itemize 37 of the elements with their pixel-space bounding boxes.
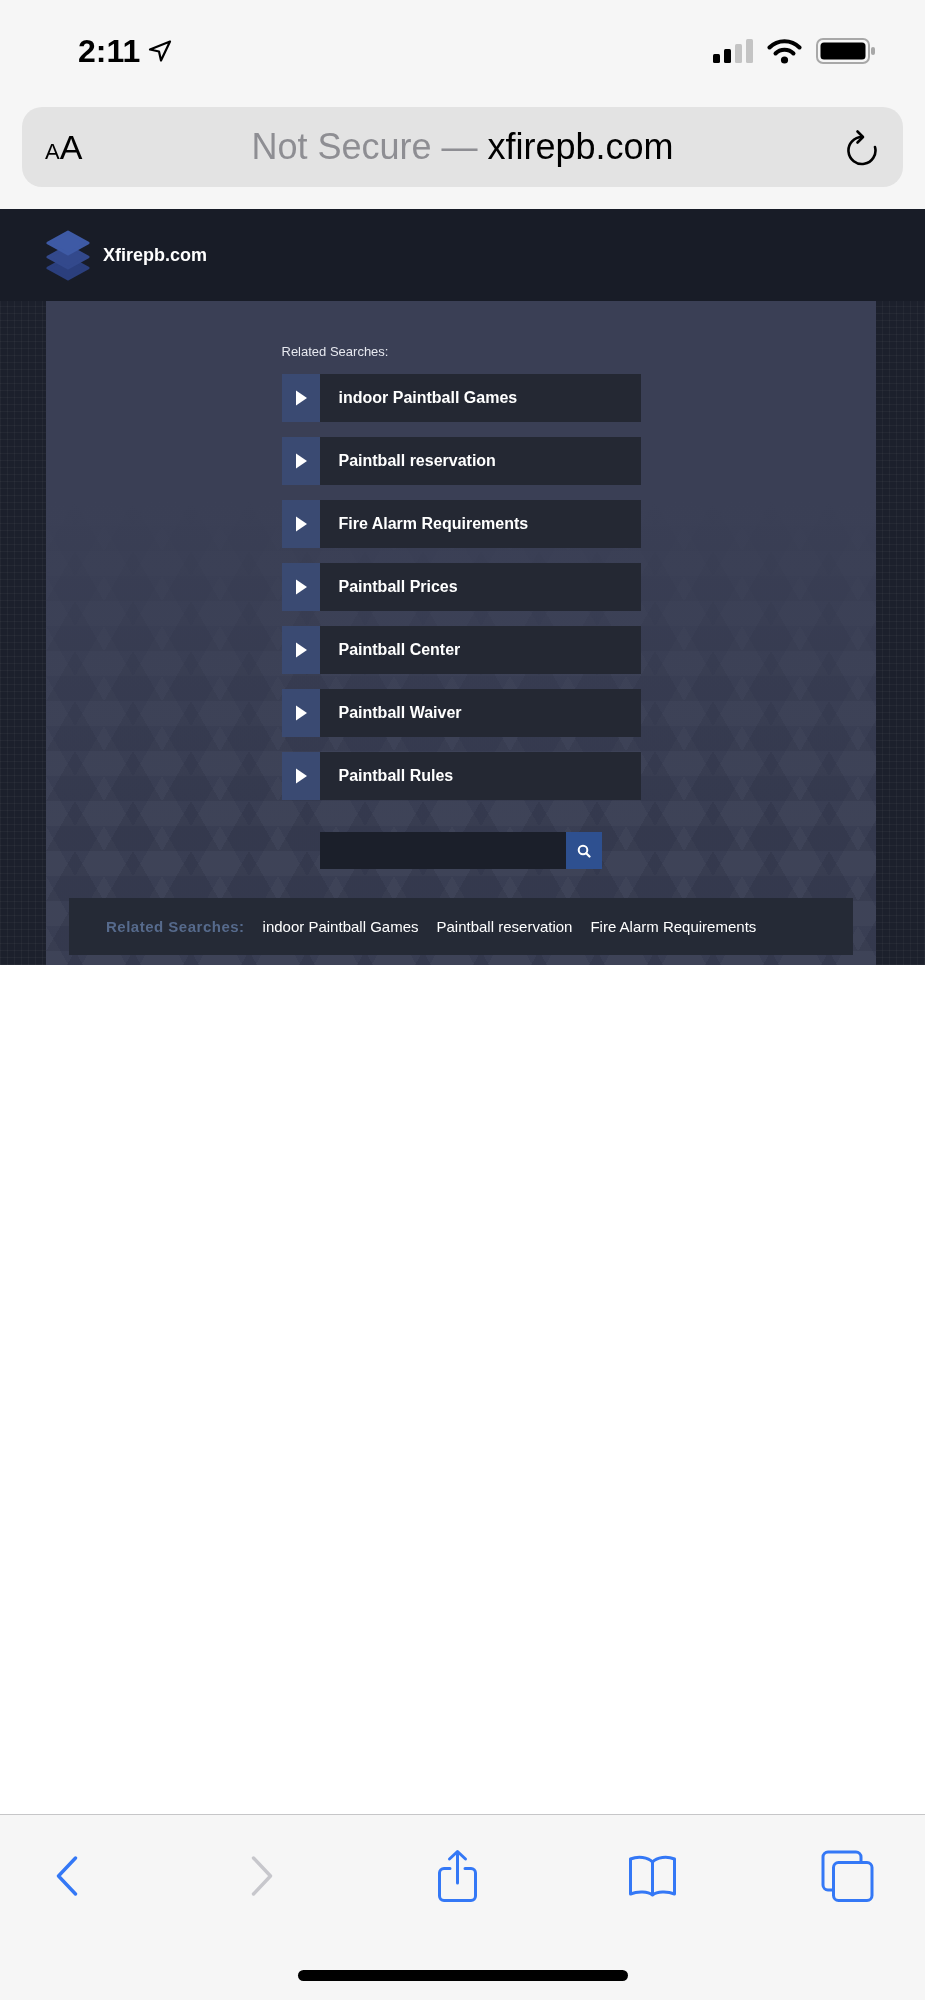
- search-icon: [577, 843, 591, 858]
- related-search-link[interactable]: Paintball Rules: [281, 752, 641, 800]
- play-icon: [281, 437, 320, 485]
- wifi-icon: [767, 37, 802, 64]
- site-title[interactable]: Xfirepb.com: [103, 244, 208, 266]
- play-icon: [281, 563, 320, 611]
- related-search-link[interactable]: Paintball Waiver: [281, 689, 641, 737]
- back-icon[interactable]: [56, 1855, 78, 1896]
- location-arrow-icon: [148, 39, 173, 62]
- related-search-link[interactable]: Paintball Prices: [281, 563, 641, 611]
- footer-link[interactable]: Fire Alarm Requirements: [590, 918, 757, 935]
- related-search-link[interactable]: Fire Alarm Requirements: [281, 500, 641, 548]
- play-icon: [281, 689, 320, 737]
- footer-link[interactable]: indoor Paintball Games: [262, 918, 419, 935]
- signal-icon: [713, 38, 753, 63]
- footer-label: Related Searches:: [106, 918, 245, 935]
- related-searches-label: Related Searches:: [281, 344, 389, 360]
- search-field[interactable]: [320, 832, 566, 869]
- play-icon: [281, 500, 320, 548]
- book-icon[interactable]: [627, 1854, 677, 1897]
- related-search-link[interactable]: Paintball reservation: [281, 437, 641, 485]
- related-search-link[interactable]: indoor Paintball Games: [281, 374, 641, 422]
- play-icon: [281, 374, 320, 422]
- url-text: Not Secure — xfirepb.com: [251, 127, 674, 167]
- share-icon[interactable]: [436, 1848, 478, 1903]
- address-bar[interactable]: AA Not Secure — xfirepb.com: [22, 107, 903, 187]
- reload-icon[interactable]: [844, 128, 880, 166]
- status-time: 2:11: [78, 34, 141, 67]
- play-icon: [281, 626, 320, 674]
- play-icon: [281, 752, 320, 800]
- footer-link[interactable]: Paintball reservation: [436, 918, 573, 935]
- tabs-icon[interactable]: [820, 1849, 874, 1902]
- text-size-button[interactable]: AA: [45, 130, 83, 164]
- related-search-link[interactable]: Paintball Center: [281, 626, 641, 674]
- battery-icon: [816, 37, 875, 64]
- search-button[interactable]: [566, 832, 602, 869]
- stacked-layers-logo-icon: [46, 229, 90, 281]
